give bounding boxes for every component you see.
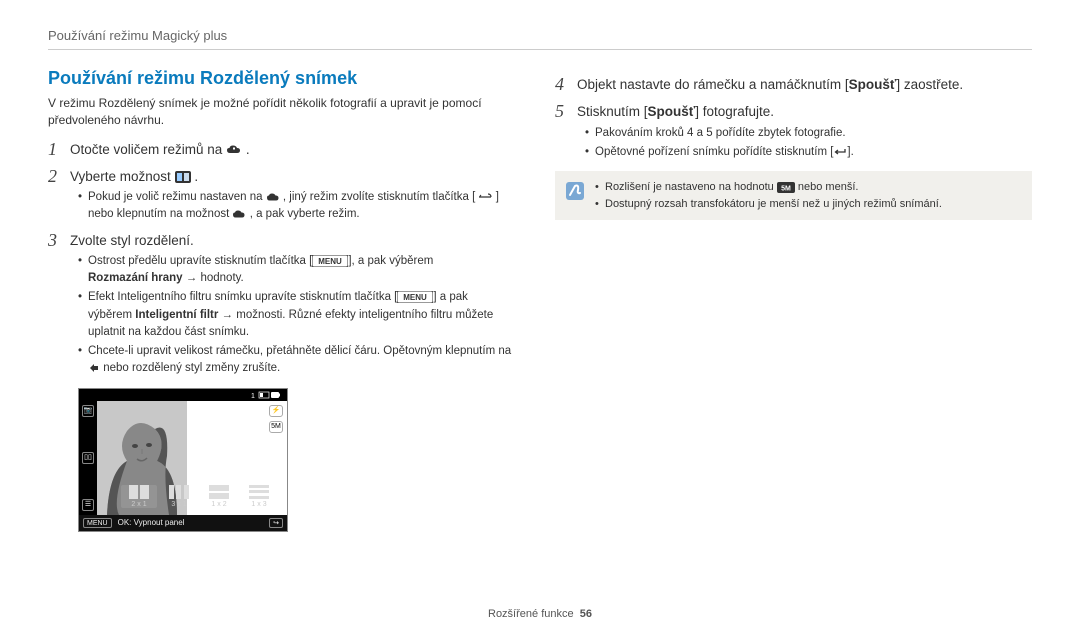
step-5: 5 Stisknutím [Spoušť] fotografujte.	[555, 101, 1032, 122]
step-2: 2 Vyberte možnost .	[48, 166, 525, 187]
camera-mode-icon: 📷	[82, 405, 94, 417]
shutter-label: Spoušť	[849, 77, 897, 92]
return-icon	[478, 192, 492, 202]
step-2-bullet: Pokud je volič režimu nastaven na , jiný…	[78, 189, 525, 224]
layout-options-bar: 2 x 1 3 x 1 1 x 2 1 x 3	[121, 483, 281, 511]
step-number: 3	[48, 230, 70, 251]
menu-button-icon: MENU	[397, 291, 433, 303]
note-line-2: Dostupný rozsah transfokátoru je menší n…	[595, 196, 942, 213]
step-3-bullet-3: Chcete-li upravit velikost rámečku, přet…	[78, 343, 525, 378]
note-line-1: Rozlišení je nastaveno na hodnotu 5M neb…	[595, 179, 942, 196]
step-1-text: Otočte voličem režimů na	[70, 142, 226, 157]
svg-text:1: 1	[251, 393, 255, 399]
camera-left-icons: 📷 ▯▯ ☰	[79, 401, 97, 515]
note-box: Rozlišení je nastaveno na hodnotu 5M neb…	[555, 171, 1032, 220]
layout-option-1x3[interactable]: 1 x 3	[241, 485, 277, 508]
step-3-bullet-2: Efekt Inteligentního filtru snímku uprav…	[78, 289, 525, 341]
split-mode-icon	[175, 171, 191, 183]
intro-text: V režimu Rozdělený snímek je možné poříd…	[48, 95, 525, 129]
resolution-icon: 5M	[269, 421, 283, 433]
svg-text:MENU: MENU	[319, 257, 343, 266]
mode-dial-icon	[232, 209, 246, 220]
camera-preview: 1 📷 ▯▯ ☰	[78, 388, 288, 532]
step-2-text: Vyberte možnost	[70, 169, 175, 184]
page-footer: Rozšířené funkce 56	[0, 608, 1080, 620]
step-5-bullet-1: Pakováním kroků 4 a 5 pořídíte zbytek fo…	[585, 125, 1032, 142]
camera-settings-icon: ☰	[82, 499, 94, 511]
step-4: 4 Objekt nastavte do rámečku a namáčknut…	[555, 74, 1032, 95]
step-5-text-c: ] fotografujte.	[695, 104, 774, 119]
return-icon	[833, 147, 847, 157]
flash-icon: ⚡	[269, 405, 283, 417]
section-title: Používání režimu Rozdělený snímek	[48, 68, 525, 89]
page-number: 56	[580, 608, 592, 620]
mode-dial-icon	[226, 144, 242, 156]
step-1: 1 Otočte voličem režimů na .	[48, 139, 525, 160]
layout-option-2x1[interactable]: 2 x 1	[121, 485, 157, 508]
menu-button-icon: MENU	[312, 255, 348, 267]
step-number: 2	[48, 166, 70, 187]
svg-text:MENU: MENU	[404, 293, 428, 302]
step-3-bullet-1: Ostrost předělu upravíte stisknutím tlač…	[78, 253, 525, 288]
step-number: 1	[48, 139, 70, 160]
step-3-text: Zvolte styl rozdělení.	[70, 230, 194, 251]
step-number: 4	[555, 74, 577, 95]
camera-ok-label: OK: Vypnout panel	[118, 518, 185, 527]
step-number: 5	[555, 101, 577, 122]
5m-res-icon: 5M	[777, 182, 795, 193]
step-2-dot: .	[194, 169, 198, 184]
footer-label: Rozšířené funkce	[488, 608, 574, 620]
battery-icon: 1	[251, 391, 281, 401]
reset-icon	[88, 362, 100, 374]
mode-dial-icon	[266, 192, 280, 203]
step-3: 3 Zvolte styl rozdělení.	[48, 230, 525, 251]
note-icon	[565, 181, 585, 206]
step-5-bullet-2: Opětovné pořízení snímku pořídíte stiskn…	[585, 144, 1032, 161]
camera-menu-button[interactable]: MENU	[83, 518, 112, 528]
step-4-text-c: ] zaostřete.	[896, 77, 963, 92]
step-1-dot: .	[246, 142, 250, 157]
camera-split-icon: ▯▯	[82, 452, 94, 464]
breadcrumb: Používání režimu Magický plus	[48, 28, 1032, 50]
layout-option-1x2[interactable]: 1 x 2	[201, 485, 237, 508]
camera-share-button[interactable]: ↪	[269, 518, 283, 528]
shutter-label: Spoušť	[648, 104, 696, 119]
step-4-text-a: Objekt nastavte do rámečku a namáčknutím…	[577, 77, 849, 92]
layout-option-3x1[interactable]: 3 x 1	[161, 485, 197, 508]
svg-text:5M: 5M	[781, 185, 791, 192]
step-5-text-a: Stisknutím [	[577, 104, 648, 119]
